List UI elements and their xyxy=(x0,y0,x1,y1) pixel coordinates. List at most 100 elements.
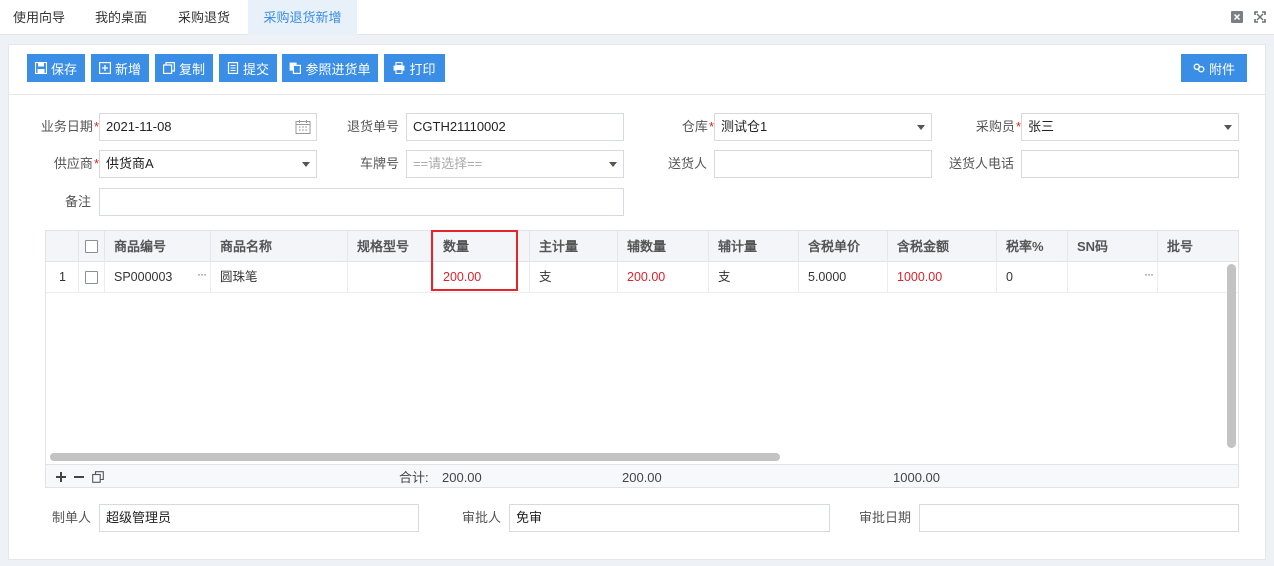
row-spec[interactable] xyxy=(348,262,434,293)
return-no-field[interactable]: CGTH21110002 xyxy=(406,113,624,141)
row-tax-rate[interactable]: 0 xyxy=(997,262,1068,293)
header-index xyxy=(46,231,79,262)
vertical-scrollbar[interactable] xyxy=(1227,264,1236,448)
warehouse-select[interactable]: 测试仓1 xyxy=(714,113,932,141)
row-unit[interactable]: 支 xyxy=(530,262,618,293)
more-icon[interactable]: ··· xyxy=(197,262,207,286)
copy-icon xyxy=(162,62,175,74)
row-aux-qty[interactable]: 200.00 xyxy=(618,262,709,293)
total-label: 合计: xyxy=(399,470,429,485)
approve-date-label: 审批日期 xyxy=(858,510,911,525)
tab-bar: 使用向导 我的桌面 采购退货 采购退货新增 xyxy=(0,0,1274,35)
remove-row-icon[interactable] xyxy=(73,471,85,483)
row-code[interactable]: SP000003 ··· xyxy=(105,262,211,293)
fullscreen-icon[interactable] xyxy=(1254,11,1266,23)
supplier-label: 供应商* xyxy=(53,156,99,171)
chevron-down-icon xyxy=(1224,125,1232,130)
header-name[interactable]: 商品名称 xyxy=(211,231,348,262)
more-icon[interactable]: ··· xyxy=(1144,262,1154,286)
save-button[interactable]: 保存 xyxy=(27,54,85,82)
items-grid: 商品编号 商品名称 规格型号 数量 主计量 辅数量 辅计量 含税单价 含税金额 … xyxy=(45,230,1239,488)
row-qty[interactable]: 200.00 xyxy=(434,262,530,293)
tab-guide[interactable]: 使用向导 xyxy=(0,0,78,35)
supplier-select[interactable]: 供货商A xyxy=(99,150,317,178)
header-price[interactable]: 含税单价 xyxy=(799,231,888,262)
maker-label: 制单人 xyxy=(51,510,91,525)
header-amount[interactable]: 含税金额 xyxy=(888,231,997,262)
deliverer-label: 送货人 xyxy=(667,156,707,171)
add-row-icon[interactable] xyxy=(55,471,67,483)
link-icon xyxy=(1193,62,1205,74)
total-qty: 200.00 xyxy=(442,470,482,485)
grid-footer: 合计: 200.00 200.00 1000.00 xyxy=(46,464,1238,487)
header-code[interactable]: 商品编号 xyxy=(105,231,211,262)
biz-date-field[interactable]: 2021-11-08 xyxy=(99,113,317,141)
copy-button[interactable]: 复制 xyxy=(155,54,213,82)
header-select-all xyxy=(79,231,105,262)
select-all-checkbox[interactable] xyxy=(85,240,98,253)
header-batch[interactable]: 批号 xyxy=(1158,231,1238,262)
approve-date-field[interactable] xyxy=(919,504,1239,532)
deliverer-input[interactable] xyxy=(714,150,932,178)
header-sn[interactable]: SN码 xyxy=(1068,231,1158,262)
table-row[interactable]: 1 SP000003 ··· 圆珠笔 200.00 支 200.00 支 5.0… xyxy=(46,262,1238,293)
row-checkbox[interactable] xyxy=(85,271,98,284)
total-amount: 1000.00 xyxy=(893,470,940,485)
print-button[interactable]: 打印 xyxy=(384,54,445,82)
header-unit[interactable]: 主计量 xyxy=(530,231,618,262)
approver-field[interactable]: 免审 xyxy=(509,504,830,532)
row-price[interactable]: 5.0000 xyxy=(799,262,888,293)
approver-label: 审批人 xyxy=(461,510,501,525)
print-icon xyxy=(393,62,405,74)
add-button[interactable]: 新增 xyxy=(91,54,149,82)
remark-label: 备注 xyxy=(64,194,91,209)
row-amount[interactable]: 1000.00 xyxy=(888,262,997,293)
buyer-label: 采购员* xyxy=(975,119,1021,134)
chevron-down-icon xyxy=(609,162,617,167)
row-name[interactable]: 圆珠笔 xyxy=(211,262,348,293)
row-index: 1 xyxy=(46,262,79,293)
header-aux-unit[interactable]: 辅计量 xyxy=(709,231,799,262)
submit-icon xyxy=(227,62,239,74)
buyer-select[interactable]: 张三 xyxy=(1021,113,1239,141)
horizontal-scrollbar[interactable] xyxy=(50,453,780,461)
add-label: 新增 xyxy=(114,61,141,77)
row-select-cell xyxy=(79,262,105,293)
chevron-down-icon xyxy=(302,162,310,167)
deliverer-phone-label: 送货人电话 xyxy=(948,156,1014,171)
submit-button[interactable]: 提交 xyxy=(219,54,277,82)
biz-date-label: 业务日期* xyxy=(40,119,99,134)
tab-purchase-return[interactable]: 采购退货 xyxy=(164,0,244,35)
tab-purchase-return-add[interactable]: 采购退货新增 xyxy=(248,0,357,35)
header-spec[interactable]: 规格型号 xyxy=(348,231,434,262)
header-tax-rate[interactable]: 税率% xyxy=(997,231,1068,262)
total-aux-qty: 200.00 xyxy=(622,470,662,485)
deliverer-phone-input[interactable] xyxy=(1021,150,1239,178)
main-panel: 保存 新增 复制 提交 参照进货单 打印 附件 业务日期* 2021-11-08… xyxy=(8,44,1266,560)
print-label: 打印 xyxy=(409,61,436,77)
plate-label: 车牌号 xyxy=(359,156,399,171)
add-icon xyxy=(98,62,111,74)
remark-input[interactable] xyxy=(99,188,624,216)
header-qty[interactable]: 数量 xyxy=(434,231,530,262)
plate-select[interactable]: ==请选择== xyxy=(406,150,624,178)
row-aux-unit[interactable]: 支 xyxy=(709,262,799,293)
submit-label: 提交 xyxy=(242,61,269,77)
close-tab-icon[interactable] xyxy=(1231,11,1243,23)
chevron-down-icon xyxy=(917,125,925,130)
attachment-label: 附件 xyxy=(1208,61,1235,77)
calendar-icon[interactable] xyxy=(295,119,311,135)
save-label: 保存 xyxy=(50,61,77,77)
reference-icon xyxy=(289,62,302,74)
maker-field[interactable]: 超级管理员 xyxy=(99,504,419,532)
tab-desktop[interactable]: 我的桌面 xyxy=(81,0,161,35)
row-sn[interactable]: ··· xyxy=(1068,262,1158,293)
copy-row-icon[interactable] xyxy=(92,471,104,483)
attachment-button[interactable]: 附件 xyxy=(1181,54,1247,82)
reference-label: 参照进货单 xyxy=(305,61,371,77)
copy-label: 复制 xyxy=(178,61,205,77)
reference-receipt-button[interactable]: 参照进货单 xyxy=(282,54,378,82)
header-aux-qty[interactable]: 辅数量 xyxy=(618,231,709,262)
save-icon xyxy=(34,62,47,74)
toolbar-divider xyxy=(9,94,1265,95)
